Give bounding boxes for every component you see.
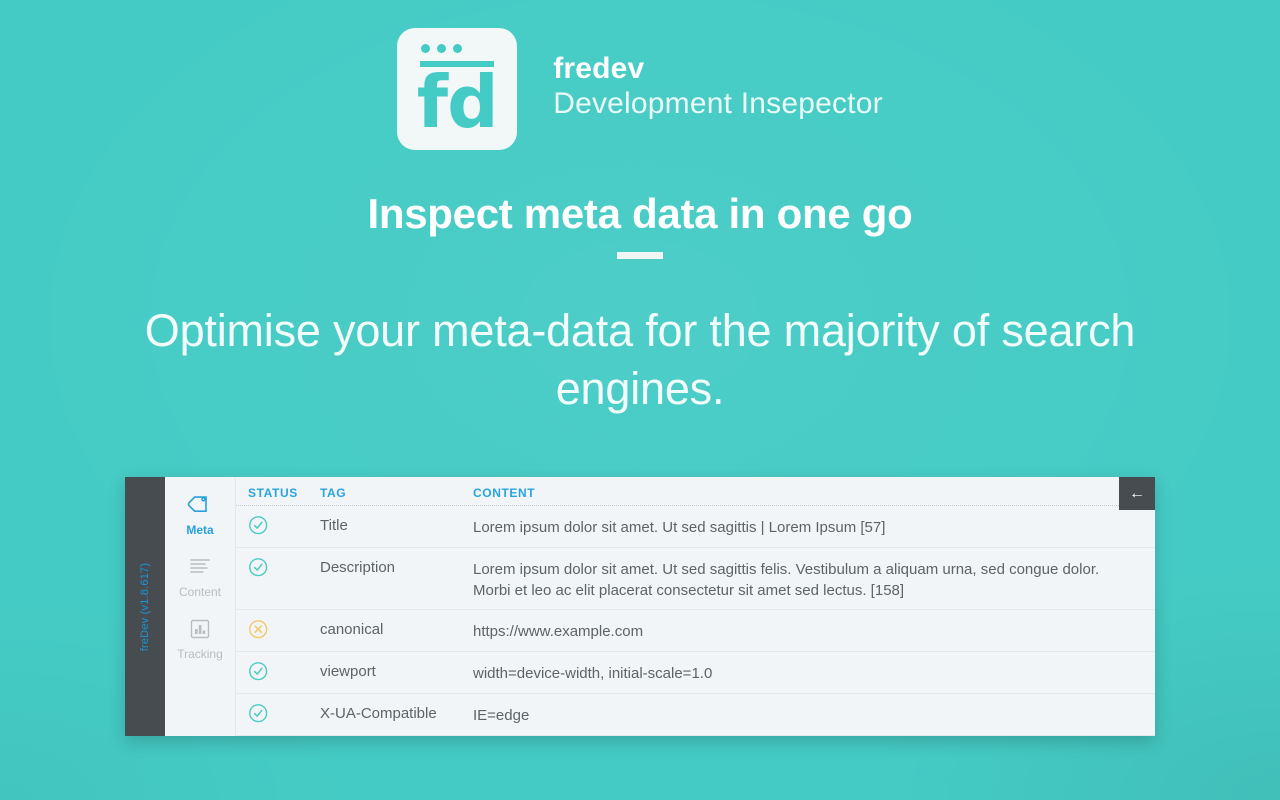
table-row[interactable]: Title Lorem ipsum dolor sit amet. Ut sed … — [236, 506, 1155, 548]
page-subtitle: Optimise your meta-data for the majority… — [144, 305, 1136, 414]
status-badge — [236, 694, 320, 723]
status-badge — [236, 548, 320, 577]
status-badge — [236, 652, 320, 681]
tag-icon — [165, 491, 235, 519]
cell-tag: Description — [320, 559, 396, 576]
table-row[interactable]: viewport width=device-width, initial-scal… — [236, 652, 1155, 694]
x-circle-icon — [249, 620, 268, 639]
table-body: Title Lorem ipsum dolor sit amet. Ut sed … — [236, 506, 1155, 736]
sidebar-nav: Meta Content Tracking — [165, 477, 236, 736]
column-header-status: STATUS — [248, 486, 298, 500]
app-panel: freDev (v1.8.617) Meta Content Tracking … — [125, 477, 1155, 736]
check-circle-icon — [249, 558, 268, 577]
sidebar-item-meta-label: Meta — [186, 523, 214, 537]
table-header-row: STATUS TAG CONTENT — [236, 477, 1155, 506]
lines-icon — [165, 553, 235, 581]
logo-wordmark: fd — [416, 60, 499, 144]
cell-tag: Title — [320, 517, 348, 534]
status-badge — [236, 610, 320, 639]
version-label: freDev (v1.8.617) — [139, 562, 151, 651]
table-row[interactable]: Description Lorem ipsum dolor sit amet. U… — [236, 548, 1155, 610]
column-header-tag: TAG — [320, 486, 347, 500]
cell-tag: X-UA-Compatible — [320, 705, 437, 722]
sidebar-item-content[interactable]: Content — [165, 547, 235, 609]
cell-tag: canonical — [320, 621, 384, 638]
status-badge — [236, 506, 320, 535]
table-row[interactable]: X-UA-Compatible IE=edge — [236, 694, 1155, 736]
cell-content: Lorem ipsum dolor sit amet. Ut sed sagit… — [473, 561, 1100, 599]
fd-browser-logo-icon: fd — [397, 28, 518, 150]
check-circle-icon — [249, 516, 268, 535]
cell-content: https://www.example.com — [473, 623, 644, 640]
check-circle-icon — [249, 704, 268, 723]
check-circle-icon — [249, 662, 268, 681]
brand-text: fredev Development Insepector — [553, 52, 883, 126]
table-row[interactable]: canonical https://www.example.com — [236, 610, 1155, 652]
sidebar-item-content-label: Content — [178, 585, 222, 599]
cell-content: width=device-width, initial-scale=1.0 — [473, 665, 713, 682]
back-button[interactable]: ← — [1119, 477, 1155, 510]
cell-tag: viewport — [320, 663, 376, 680]
column-header-content: CONTENT — [473, 486, 536, 500]
page-title: Inspect meta data in one go — [367, 190, 913, 237]
brand-name: fredev — [553, 52, 645, 85]
sidebar-item-meta[interactable]: Meta — [165, 485, 235, 547]
title-divider — [617, 252, 663, 259]
brand-header: fd fredev Development Insepector — [0, 28, 1280, 150]
cell-content: IE=edge — [473, 707, 530, 724]
version-strip: freDev (v1.8.617) — [125, 477, 165, 736]
sidebar-item-tracking[interactable]: Tracking — [165, 609, 235, 671]
meta-table: STATUS TAG CONTENT Title Lorem ipsum dolo… — [236, 477, 1155, 736]
logo-dots-icon — [421, 44, 463, 53]
bar-chart-icon — [165, 615, 235, 643]
cell-content: Lorem ipsum dolor sit amet. Ut sed sagit… — [473, 519, 886, 536]
brand-subtitle: Development Insepector — [553, 87, 883, 120]
sidebar-item-tracking-label: Tracking — [177, 647, 223, 661]
